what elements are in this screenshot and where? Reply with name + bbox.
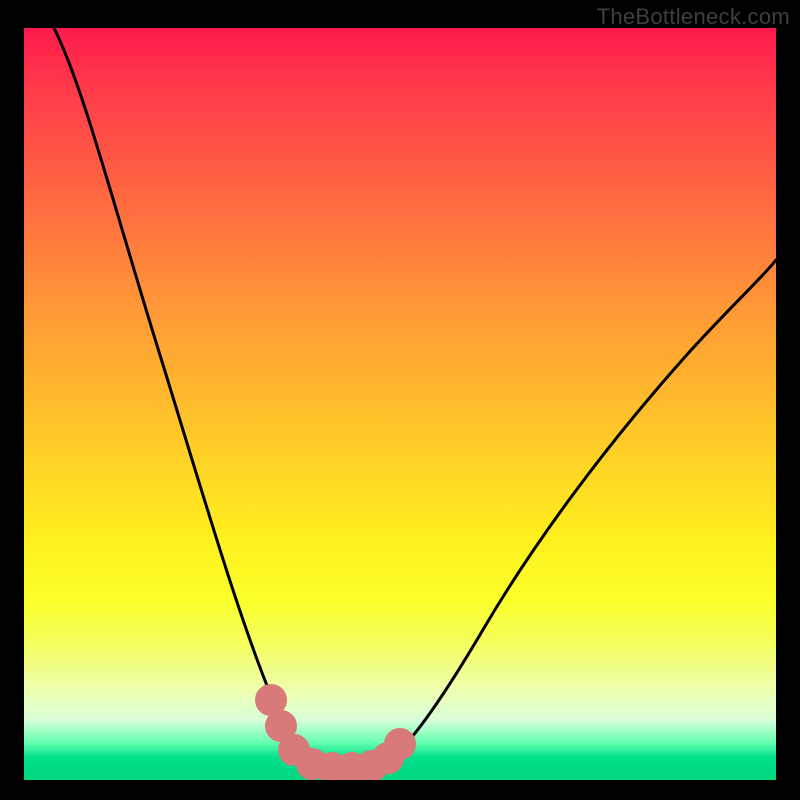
bottleneck-curve-path	[54, 28, 776, 768]
marker-dot	[391, 735, 409, 753]
valley-marker-group	[262, 691, 409, 777]
marker-dot	[262, 691, 280, 709]
chart-svg	[24, 28, 776, 780]
marker-dot	[272, 717, 290, 735]
watermark-text: TheBottleneck.com	[597, 4, 790, 30]
chart-plot-area	[24, 28, 776, 780]
